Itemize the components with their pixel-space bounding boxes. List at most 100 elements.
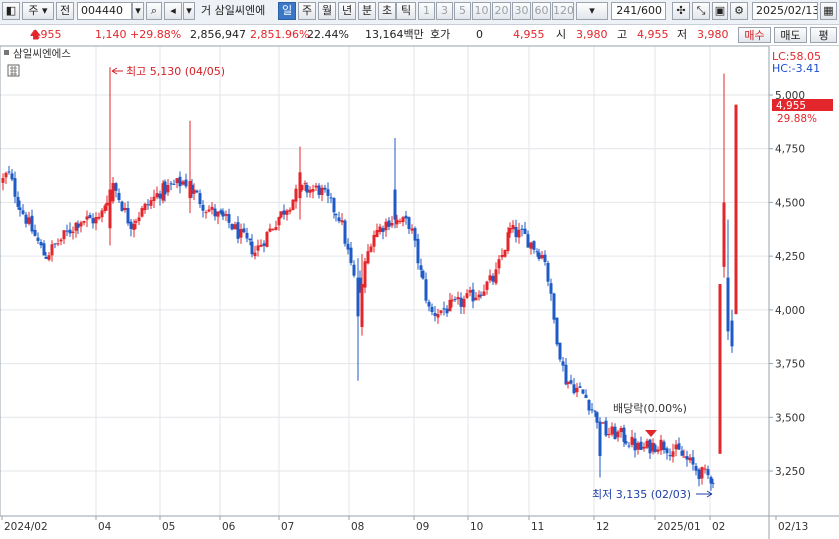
- candle-body: [706, 469, 710, 476]
- crosshair-icon[interactable]: ✣: [672, 2, 690, 20]
- candle-body: [340, 220, 344, 223]
- code-dropdown-icon[interactable]: ▾: [132, 2, 144, 20]
- candle-body: [584, 394, 588, 399]
- candle-body: [433, 313, 437, 316]
- candle-body: [103, 205, 107, 212]
- price-chart[interactable]: 3,2503,5003,7504,0004,2504,5004,7505,000…: [0, 46, 839, 539]
- stock-code-input[interactable]: 004440: [77, 2, 132, 20]
- x-tick-label: 02/13: [778, 521, 808, 533]
- change-percent: +29.88%: [130, 28, 182, 41]
- candle-body: [656, 449, 660, 452]
- candle-body: [181, 181, 185, 185]
- candle-body: [33, 229, 37, 236]
- candle-body: [204, 212, 208, 214]
- minute-1-button[interactable]: 1: [418, 2, 435, 20]
- minute-10-button[interactable]: 10: [472, 2, 491, 20]
- candle-body: [256, 245, 260, 251]
- minute-20-button[interactable]: 20: [492, 2, 511, 20]
- y-tick-label: 3,500: [775, 412, 805, 424]
- candle-body: [709, 477, 713, 484]
- candle-body: [68, 229, 72, 234]
- hc-label: HC:-3.41: [772, 62, 820, 75]
- trade-amount: 13,164백만: [365, 28, 424, 41]
- period-minute-button[interactable]: 분: [358, 2, 376, 20]
- candle-body: [508, 227, 512, 234]
- save-icon[interactable]: ▣: [712, 2, 728, 20]
- candle-body: [158, 193, 162, 199]
- y-tick-label: 3,750: [775, 359, 805, 371]
- candle-body: [149, 200, 153, 206]
- candle-body: [427, 301, 431, 307]
- candle-body: [343, 220, 347, 244]
- candle-body: [76, 223, 80, 228]
- minute-5-button[interactable]: 5: [454, 2, 471, 20]
- candle-body: [630, 436, 634, 445]
- sell-button[interactable]: 매도: [774, 27, 807, 43]
- sound-dropdown-icon[interactable]: ▾: [183, 2, 195, 20]
- period-year-button[interactable]: 년: [338, 2, 356, 20]
- candle-body: [566, 381, 570, 385]
- candle-body: [535, 251, 539, 253]
- count-input[interactable]: 241/600: [611, 2, 666, 20]
- candle-body: [448, 299, 452, 312]
- minute-3-button[interactable]: 3: [436, 2, 453, 20]
- candle-body: [242, 228, 246, 233]
- candle-body: [24, 214, 28, 224]
- candle-body: [682, 456, 686, 458]
- candle-body: [172, 183, 176, 185]
- eval-button[interactable]: 평: [810, 27, 837, 43]
- minute-120-button[interactable]: 120: [552, 2, 574, 20]
- candle-body: [694, 465, 698, 471]
- period-day-button[interactable]: 일: [278, 2, 296, 20]
- current-change-tag-text: 29.88%: [777, 113, 817, 125]
- hoga-value: 0: [476, 28, 483, 41]
- candle-body: [18, 207, 22, 211]
- candle-body: [146, 204, 150, 206]
- market-button[interactable]: 전: [56, 2, 74, 20]
- candle-body: [488, 275, 492, 281]
- candle-body: [221, 211, 225, 217]
- settings-icon[interactable]: ⚙: [730, 2, 748, 20]
- candle-body: [526, 234, 530, 248]
- minute-30-button[interactable]: 30: [512, 2, 531, 20]
- candle-body: [27, 217, 31, 224]
- candle-body: [85, 216, 89, 220]
- candle-body: [726, 277, 730, 332]
- candle-body: [65, 230, 69, 232]
- calendar-icon[interactable]: ▦: [820, 2, 837, 20]
- period-second-button[interactable]: 초: [378, 2, 396, 20]
- buy-button[interactable]: 매수: [738, 27, 771, 43]
- candle-body: [450, 299, 454, 302]
- candle-body: [108, 189, 112, 229]
- candle-body: [236, 222, 240, 239]
- candle-body: [274, 227, 278, 230]
- chart-title: 삼일씨엔에스: [13, 47, 71, 60]
- hoga-label: 호가: [430, 28, 451, 41]
- candle-body: [126, 208, 130, 224]
- candle-body: [36, 237, 40, 241]
- period-week-button[interactable]: 주: [298, 2, 316, 20]
- x-tick-label: 11: [531, 521, 544, 533]
- menu-icon[interactable]: ◧: [2, 2, 20, 20]
- minute-60-button[interactable]: 60: [532, 2, 551, 20]
- candle-body: [216, 211, 220, 217]
- candle-body: [604, 420, 608, 436]
- x-tick-label: 2025/01: [657, 521, 701, 533]
- sound-icon[interactable]: ◂: [164, 2, 182, 20]
- candle-body: [363, 261, 367, 288]
- date-input[interactable]: 2025/02/13: [752, 2, 818, 20]
- draw-tool-icon[interactable]: ⤡: [692, 2, 710, 20]
- candle-body: [700, 467, 704, 479]
- period-month-button[interactable]: 월: [318, 2, 336, 20]
- candle-body: [384, 221, 388, 231]
- candle-body: [578, 386, 582, 388]
- search-icon[interactable]: ⌕: [146, 2, 162, 20]
- type-select[interactable]: 주 ▾: [22, 2, 54, 20]
- candle-body: [468, 290, 472, 293]
- candle-body: [421, 270, 425, 279]
- candle-body: [593, 410, 597, 412]
- period-tick-button[interactable]: 틱: [396, 2, 416, 20]
- candle-body: [175, 178, 179, 184]
- custom-minute-select[interactable]: ▾: [576, 2, 608, 20]
- candle-body: [677, 443, 681, 450]
